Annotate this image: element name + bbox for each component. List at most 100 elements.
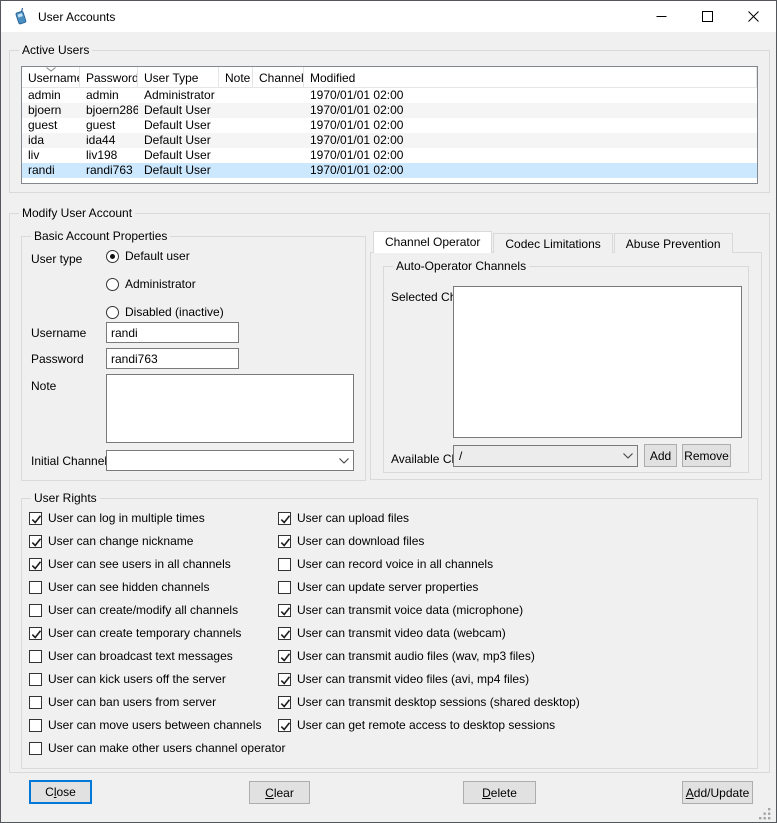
user-type-radio-administrator[interactable]: Administrator (106, 276, 224, 292)
tab-codec-limitations[interactable]: Codec Limitations (493, 233, 612, 253)
checkbox-label: User can kick users off the server (48, 672, 226, 686)
table-row-bjoern[interactable]: bjoernbjoern286Default User1970/01/01 02… (22, 103, 757, 118)
checkbox-unchecked-icon (29, 696, 42, 709)
user-type-radio-default-user[interactable]: Default user (106, 248, 224, 264)
user-right-user-can-transmit-video-files-avi-mp4-files[interactable]: User can transmit video files (avi, mp4 … (278, 671, 580, 687)
initial-channel-label: Initial Channel (31, 453, 107, 469)
user-right-user-can-record-voice-in-all-channels[interactable]: User can record voice in all channels (278, 556, 580, 572)
user-right-user-can-change-nickname[interactable]: User can change nickname (29, 533, 285, 549)
checkbox-label: User can change nickname (48, 534, 193, 548)
checkbox-label: User can make other users channel operat… (48, 741, 285, 755)
cell-channel (253, 88, 304, 103)
table-row-liv[interactable]: livliv198Default User1970/01/01 02:00 (22, 148, 757, 163)
checkbox-checked-icon (278, 650, 291, 663)
resize-grip[interactable] (758, 807, 772, 821)
user-right-user-can-ban-users-from-server[interactable]: User can ban users from server (29, 694, 285, 710)
checkbox-label: User can transmit video files (avi, mp4 … (297, 672, 529, 686)
checkbox-label: User can transmit audio files (wav, mp3 … (297, 649, 535, 663)
table-row-randi[interactable]: randirandi763Default User1970/01/01 02:0… (22, 163, 757, 178)
column-header-user_type[interactable]: User Type (138, 67, 219, 87)
user-type-label: User type (31, 251, 82, 267)
user-right-user-can-create-temporary-channels[interactable]: User can create temporary channels (29, 625, 285, 641)
column-header-password[interactable]: Password (80, 67, 138, 87)
delete-button[interactable]: Delete (463, 781, 536, 804)
close-dialog-button[interactable]: Close (29, 780, 92, 804)
clear-button[interactable]: Clear (249, 781, 310, 804)
column-header-modified[interactable]: Modified (304, 67, 757, 87)
minimize-button[interactable] (638, 1, 684, 32)
user-rights-left-column: User can log in multiple times User can c… (29, 510, 285, 763)
initial-channel-combobox[interactable] (106, 450, 354, 471)
cell-modified: 1970/01/01 02:00 (304, 88, 757, 103)
cell-user_type: Default User (138, 133, 219, 148)
available-channels-combobox[interactable]: / (453, 445, 638, 467)
checkbox-unchecked-icon (29, 742, 42, 755)
user-right-user-can-kick-users-off-the-server[interactable]: User can kick users off the server (29, 671, 285, 687)
maximize-button[interactable] (684, 1, 730, 32)
checkbox-label: User can log in multiple times (48, 511, 205, 525)
tab-channel-operator[interactable]: Channel Operator (373, 231, 492, 253)
modify-user-account-group-title: Modify User Account (19, 206, 135, 221)
column-header-username[interactable]: Username (22, 67, 80, 87)
table-row-admin[interactable]: adminadminAdministrator1970/01/01 02:00 (22, 88, 757, 103)
user-rights-group-title: User Rights (31, 491, 100, 506)
user-right-user-can-transmit-audio-files-wav-mp3-files[interactable]: User can transmit audio files (wav, mp3 … (278, 648, 580, 664)
user-right-user-can-create-modify-all-channels[interactable]: User can create/modify all channels (29, 602, 285, 618)
checkbox-checked-icon (278, 627, 291, 640)
checkbox-label: User can broadcast text messages (48, 649, 233, 663)
user-right-user-can-see-users-in-all-channels[interactable]: User can see users in all channels (29, 556, 285, 572)
table-row-ida[interactable]: idaida44Default User1970/01/01 02:00 (22, 133, 757, 148)
cell-user_type: Default User (138, 103, 219, 118)
user-right-user-can-make-other-users-channel-operator[interactable]: User can make other users channel operat… (29, 740, 285, 756)
chevron-down-icon (335, 458, 353, 464)
checkbox-label: User can record voice in all channels (297, 557, 493, 571)
checkbox-checked-icon (29, 535, 42, 548)
close-icon (748, 11, 759, 22)
radio-label: Default user (125, 249, 190, 263)
column-header-channel[interactable]: Channel (253, 67, 304, 87)
radio-selected-icon (106, 250, 119, 263)
add-update-button[interactable]: Add/Update (682, 781, 753, 804)
user-right-user-can-see-hidden-channels[interactable]: User can see hidden channels (29, 579, 285, 595)
cell-modified: 1970/01/01 02:00 (304, 163, 757, 178)
column-header-note[interactable]: Note (219, 67, 253, 87)
user-right-user-can-transmit-video-data-webcam[interactable]: User can transmit video data (webcam) (278, 625, 580, 641)
table-row-guest[interactable]: guestguestDefault User1970/01/01 02:00 (22, 118, 757, 133)
checkbox-label: User can transmit video data (webcam) (297, 626, 506, 640)
checkbox-label: User can ban users from server (48, 695, 216, 709)
tab-bar: Channel OperatorCodec LimitationsAbuse P… (373, 231, 734, 253)
checkbox-unchecked-icon (29, 604, 42, 617)
cell-password: liv198 (80, 148, 138, 163)
users-table[interactable]: UsernamePasswordUser TypeNoteChannelModi… (21, 66, 758, 184)
username-field[interactable] (106, 322, 239, 343)
cell-password: guest (80, 118, 138, 133)
user-type-radio-disabled-inactive[interactable]: Disabled (inactive) (106, 304, 224, 320)
cell-channel (253, 133, 304, 148)
titlebar[interactable]: User Accounts (1, 1, 776, 32)
user-right-user-can-move-users-between-channels[interactable]: User can move users between channels (29, 717, 285, 733)
cell-user_type: Default User (138, 148, 219, 163)
tab-abuse-prevention[interactable]: Abuse Prevention (614, 233, 733, 253)
checkbox-checked-icon (29, 512, 42, 525)
cell-modified: 1970/01/01 02:00 (304, 133, 757, 148)
add-channel-button[interactable]: Add (644, 444, 677, 467)
cell-note (219, 103, 253, 118)
user-right-user-can-download-files[interactable]: User can download files (278, 533, 580, 549)
user-right-user-can-transmit-voice-data-microphone[interactable]: User can transmit voice data (microphone… (278, 602, 580, 618)
password-field[interactable] (106, 348, 239, 369)
checkbox-label: User can transmit voice data (microphone… (297, 603, 523, 617)
note-field[interactable] (106, 374, 354, 443)
selected-channels-listbox[interactable] (453, 286, 742, 438)
cell-username: admin (22, 88, 80, 103)
user-right-user-can-get-remote-access-to-desktop-sessions[interactable]: User can get remote access to desktop se… (278, 717, 580, 733)
checkbox-label: User can see users in all channels (48, 557, 231, 571)
user-right-user-can-broadcast-text-messages[interactable]: User can broadcast text messages (29, 648, 285, 664)
remove-channel-button[interactable]: Remove (682, 444, 731, 467)
user-right-user-can-upload-files[interactable]: User can upload files (278, 510, 580, 526)
minimize-icon (656, 11, 667, 22)
user-right-user-can-transmit-desktop-sessions-shared-desktop[interactable]: User can transmit desktop sessions (shar… (278, 694, 580, 710)
checkbox-checked-icon (278, 512, 291, 525)
user-right-user-can-update-server-properties[interactable]: User can update server properties (278, 579, 580, 595)
user-right-user-can-log-in-multiple-times[interactable]: User can log in multiple times (29, 510, 285, 526)
close-button[interactable] (730, 1, 776, 32)
